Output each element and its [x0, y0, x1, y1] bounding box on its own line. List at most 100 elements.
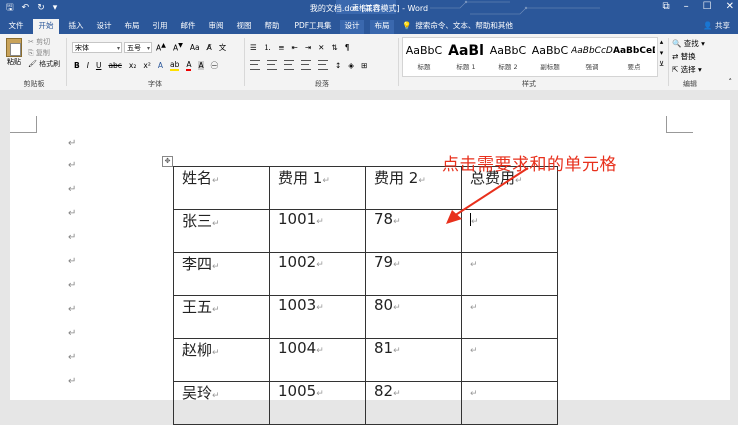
shading-icon[interactable]: ◈ — [348, 61, 354, 70]
bullets-icon[interactable]: ☰ — [250, 43, 257, 52]
highlight-icon[interactable]: ab — [169, 60, 180, 71]
table-cell[interactable]: ↵ — [461, 338, 558, 382]
multilevel-list-icon[interactable]: ≡ — [278, 43, 284, 52]
close-icon[interactable]: ✕ — [726, 1, 734, 12]
style-strong[interactable]: AaBbCeD 要点 — [613, 41, 655, 71]
show-marks-icon[interactable]: ¶ — [345, 43, 350, 52]
style-title[interactable]: AaBbC 标题 — [403, 41, 445, 71]
window-controls: ⧉ – ☐ ✕ — [663, 1, 735, 12]
phonetic-icon[interactable]: 文 — [219, 42, 227, 53]
font-color-icon[interactable]: A — [186, 60, 192, 71]
maximize-icon[interactable]: ☐ — [703, 1, 712, 12]
table-cell[interactable]: 姓名↵ — [173, 166, 270, 210]
distributed-icon[interactable] — [318, 60, 328, 70]
more-styles-icon[interactable]: ⊻ — [659, 60, 664, 68]
clear-format-icon[interactable]: A̸ — [207, 43, 212, 52]
font-size-select[interactable]: 五号 — [124, 42, 152, 54]
share-button[interactable]: 👤 共享 — [703, 20, 730, 31]
tab-table-layout[interactable]: 布局 — [370, 20, 394, 34]
tab-review[interactable]: 审阅 — [205, 20, 227, 34]
superscript-button[interactable]: x² — [143, 61, 150, 70]
line-spacing-icon[interactable]: ↕ — [335, 61, 341, 70]
table-move-handle-icon[interactable]: ✥ — [162, 156, 173, 167]
change-case-icon[interactable]: Aa — [190, 43, 200, 52]
cell-text: 79 — [374, 253, 394, 271]
table-cell[interactable]: 79↵ — [365, 252, 462, 296]
table-cell[interactable]: 张三↵ — [173, 209, 270, 253]
paste-button[interactable]: 粘贴 — [4, 38, 24, 67]
numbering-icon[interactable]: ⒈ — [264, 42, 272, 53]
ribbon-display-icon[interactable]: ⧉ — [663, 1, 670, 12]
align-left-icon[interactable] — [250, 60, 260, 70]
tab-design[interactable]: 设计 — [93, 20, 115, 34]
clipboard-icon — [6, 38, 22, 57]
collapse-ribbon-icon[interactable]: ˄ — [729, 78, 733, 86]
tell-me-search[interactable]: 💡 搜索命令、文本、帮助和其他 — [402, 20, 513, 31]
tab-layout[interactable]: 布局 — [121, 20, 143, 34]
char-shading-icon[interactable]: A — [198, 61, 204, 70]
table-cell[interactable]: ↵ — [461, 381, 558, 425]
grow-font-icon[interactable]: A▲ — [156, 42, 166, 53]
table-cell[interactable]: 吴玲↵ — [173, 381, 270, 425]
align-center-icon[interactable] — [267, 60, 277, 70]
cell-end-mark: ↵ — [212, 262, 220, 272]
table-cell[interactable]: 李四↵ — [173, 252, 270, 296]
subscript-button[interactable]: x₂ — [129, 61, 136, 70]
tab-file[interactable]: 文件 — [4, 20, 28, 34]
borders-icon[interactable]: ⊞ — [361, 61, 367, 70]
table-cell[interactable]: 王五↵ — [173, 295, 270, 339]
style-emphasis[interactable]: AaBbCcD 强调 — [571, 41, 613, 71]
select-button[interactable]: ⇱ 选择 ▾ — [672, 63, 705, 76]
cut-button[interactable]: ✂ 剪切 — [28, 37, 60, 48]
table-cell[interactable]: 81↵ — [365, 338, 462, 382]
table-cell[interactable]: 82↵ — [365, 381, 462, 425]
strikethrough-button[interactable]: abc — [108, 61, 121, 70]
table-cell[interactable]: 1004↵ — [269, 338, 366, 382]
tab-table-design[interactable]: 设计 — [340, 20, 364, 34]
align-right-icon[interactable] — [284, 60, 294, 70]
style-heading-2[interactable]: AaBbC 标题 2 — [487, 41, 529, 71]
scroll-down-icon[interactable]: ▾ — [660, 49, 664, 57]
text-effects-icon[interactable]: A — [158, 61, 163, 70]
table-cell[interactable]: 1002↵ — [269, 252, 366, 296]
shrink-font-icon[interactable]: A▼ — [173, 42, 183, 53]
bold-button[interactable]: B — [74, 61, 80, 70]
table-cell[interactable]: 80↵ — [365, 295, 462, 339]
table-cell[interactable]: 赵柳↵ — [173, 338, 270, 382]
decrease-indent-icon[interactable]: ⇤ — [292, 43, 298, 52]
justify-icon[interactable] — [301, 60, 311, 70]
scroll-up-icon[interactable]: ▴ — [660, 38, 664, 46]
find-button[interactable]: 🔍 查找 ▾ — [672, 37, 705, 50]
table-cell[interactable]: 1003↵ — [269, 295, 366, 339]
enclose-char-icon[interactable]: ㊀ — [211, 60, 219, 71]
table-cell[interactable]: 费用 1↵ — [269, 166, 366, 210]
table-cell[interactable]: ↵ — [461, 295, 558, 339]
style-name: 强调 — [585, 63, 599, 71]
copy-button[interactable]: ⎘ 复制 — [28, 48, 60, 59]
format-painter-button[interactable]: 🖌 格式刷 — [28, 59, 60, 70]
minimize-icon[interactable]: – — [684, 1, 689, 12]
replace-button[interactable]: ⇄ 替换 — [672, 50, 705, 63]
tab-help[interactable]: 帮助 — [261, 20, 283, 34]
tab-view[interactable]: 视图 — [233, 20, 255, 34]
style-subtitle[interactable]: AaBbC 副标题 — [529, 41, 571, 71]
tab-pdf-tools[interactable]: PDF工具集 — [291, 20, 335, 34]
document-page[interactable]: ↵ ↵ ↵ ↵ ↵ ↵ ↵ ↵ ↵ ↵ ↵ ✥ 姓名↵ 费用 1↵ 费用 2↵ … — [10, 100, 730, 425]
tab-references[interactable]: 引用 — [149, 20, 171, 34]
increase-indent-icon[interactable]: ⇥ — [305, 43, 311, 52]
table-cell[interactable]: 1005↵ — [269, 381, 366, 425]
person-icon: 👤 — [703, 21, 713, 30]
cell-end-mark: ↵ — [418, 176, 426, 186]
table-cell[interactable]: ↵ — [461, 252, 558, 296]
cell-end-mark: ↵ — [316, 346, 324, 356]
tab-insert[interactable]: 插入 — [65, 20, 87, 34]
tab-mailings[interactable]: 邮件 — [177, 20, 199, 34]
italic-button[interactable]: I — [87, 61, 89, 70]
table-cell[interactable]: 1001↵ — [269, 209, 366, 253]
chinese-layout-icon[interactable]: ✕ — [318, 43, 324, 52]
style-heading-1[interactable]: AaBl 标题 1 — [445, 41, 487, 71]
font-family-select[interactable]: 宋体 — [72, 42, 122, 54]
tab-home[interactable]: 开始 — [33, 19, 59, 34]
sort-icon[interactable]: ⇅ — [331, 43, 337, 52]
underline-button[interactable]: U — [96, 61, 102, 70]
